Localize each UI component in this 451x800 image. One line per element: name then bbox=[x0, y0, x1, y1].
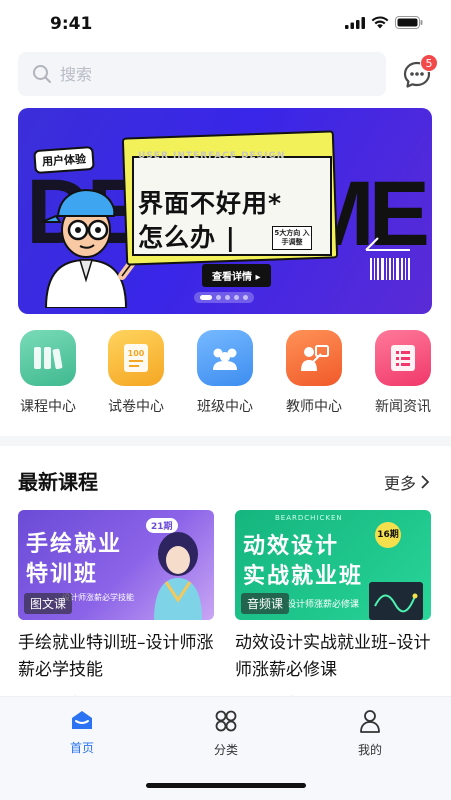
section-title: 最新课程 bbox=[18, 470, 98, 494]
section-divider bbox=[0, 436, 451, 446]
status-icons bbox=[345, 16, 423, 29]
course-card[interactable]: BEARDCHICKEN 动效设计 实战就业班 设计师涨薪必修课 16期 音频课… bbox=[235, 510, 431, 711]
message-button[interactable]: 5 bbox=[402, 54, 438, 90]
nav-home[interactable]: 首页 bbox=[42, 709, 122, 756]
message-badge: 5 bbox=[420, 54, 438, 72]
category-label: 班级中心 bbox=[197, 399, 253, 415]
nav-label: 分类 bbox=[213, 743, 238, 757]
nav-profile[interactable]: 我的 bbox=[330, 709, 410, 758]
signal-icon bbox=[345, 16, 365, 29]
nav-label: 首页 bbox=[69, 741, 94, 755]
search-input[interactable] bbox=[60, 64, 340, 84]
svg-text:100: 100 bbox=[128, 349, 145, 358]
home-icon bbox=[72, 711, 92, 729]
course-type-badge: 图文课 bbox=[24, 593, 73, 614]
thumb-title-line1: 动效设计 bbox=[243, 534, 340, 559]
battery-icon bbox=[395, 16, 423, 29]
category-label: 试卷中心 bbox=[108, 399, 164, 415]
chevron-right-icon bbox=[421, 475, 429, 489]
teacher-icon bbox=[286, 330, 342, 386]
class-icon bbox=[197, 330, 253, 386]
thumb-title-line2: 实战就业班 bbox=[243, 564, 364, 589]
exam-icon: 100 bbox=[108, 330, 164, 386]
illustration-device bbox=[369, 582, 423, 620]
category-label: 教师中心 bbox=[286, 399, 342, 415]
category-label: 课程中心 bbox=[20, 399, 76, 415]
carousel-dot[interactable] bbox=[225, 295, 230, 300]
profile-icon bbox=[360, 710, 380, 733]
wifi-icon bbox=[371, 16, 389, 29]
illustration-figure bbox=[154, 532, 202, 620]
carousel-indicator bbox=[194, 292, 254, 303]
nav-label: 我的 bbox=[357, 743, 382, 757]
banner-title-line2: 怎么办 | bbox=[138, 223, 236, 252]
carousel-dot[interactable] bbox=[234, 295, 239, 300]
category-course-center[interactable]: 课程中心 bbox=[8, 330, 88, 416]
news-icon bbox=[375, 330, 431, 386]
course-title: 手绘就业特训班–设计师涨薪必学技能 bbox=[18, 633, 214, 680]
home-indicator bbox=[146, 783, 306, 788]
banner-mini-label: 5大方向 入手调整 bbox=[272, 226, 312, 250]
carousel-dot[interactable] bbox=[243, 295, 248, 300]
course-thumbnail: 手绘就业 特训班 设计师涨薪必学技能 21期 图文课 bbox=[18, 510, 214, 620]
banner-title-line1: 界面不好用* bbox=[138, 189, 283, 218]
category-icon bbox=[215, 710, 237, 732]
course-type-badge: 音频课 bbox=[241, 593, 290, 614]
status-time: 9:41 bbox=[50, 14, 93, 34]
course-title: 动效设计实战就业班–设计师涨薪必修课 bbox=[235, 633, 431, 680]
nav-category[interactable]: 分类 bbox=[186, 709, 266, 758]
carousel-dot[interactable] bbox=[200, 295, 212, 300]
carousel-dot[interactable] bbox=[216, 295, 221, 300]
arrow-decoration-icon bbox=[365, 237, 410, 251]
thumb-edition-tag: 16期 bbox=[375, 522, 401, 548]
banner-subtitle: USER INTERFACE DESIGN bbox=[138, 151, 286, 161]
thumb-brand: BEARDCHICKEN bbox=[275, 514, 343, 522]
thumb-title-line2: 特训班 bbox=[26, 562, 99, 587]
more-link[interactable]: 更多 bbox=[384, 470, 429, 494]
barcode-decoration bbox=[370, 258, 410, 280]
status-bar: 9:41 bbox=[0, 0, 451, 46]
thumb-subtitle: 设计师涨薪必修课 bbox=[287, 600, 360, 610]
course-icon bbox=[20, 330, 76, 386]
course-thumbnail: BEARDCHICKEN 动效设计 实战就业班 设计师涨薪必修课 16期 音频课 bbox=[235, 510, 431, 620]
search-row: 5 bbox=[18, 52, 438, 96]
search-box[interactable] bbox=[18, 52, 386, 96]
promo-banner[interactable]: DES EME 用户体验 USER INTERFACE DESIGN 界面不好用… bbox=[18, 108, 432, 314]
search-icon bbox=[33, 65, 51, 83]
thumb-subtitle: 设计师涨薪必学技能 bbox=[62, 593, 134, 602]
category-exam-center[interactable]: 100 试卷中心 bbox=[96, 330, 176, 416]
banner-cta-button[interactable]: 查看详情 ▸ bbox=[202, 264, 271, 287]
course-card[interactable]: 手绘就业 特训班 设计师涨薪必学技能 21期 图文课 手绘就业特训班–设计师涨薪… bbox=[18, 510, 214, 711]
banner-tag: 用户体验 bbox=[33, 145, 95, 175]
category-teacher-center[interactable]: 教师中心 bbox=[274, 330, 354, 416]
thumb-title-line1: 手绘就业 bbox=[26, 532, 123, 557]
category-grid: 课程中心 100 试卷中心 班级中心 教师中心 新闻资讯 bbox=[0, 330, 451, 420]
category-news[interactable]: 新闻资讯 bbox=[363, 330, 443, 416]
category-label: 新闻资讯 bbox=[375, 399, 431, 415]
more-label: 更多 bbox=[383, 474, 416, 493]
category-class-center[interactable]: 班级中心 bbox=[185, 330, 265, 416]
